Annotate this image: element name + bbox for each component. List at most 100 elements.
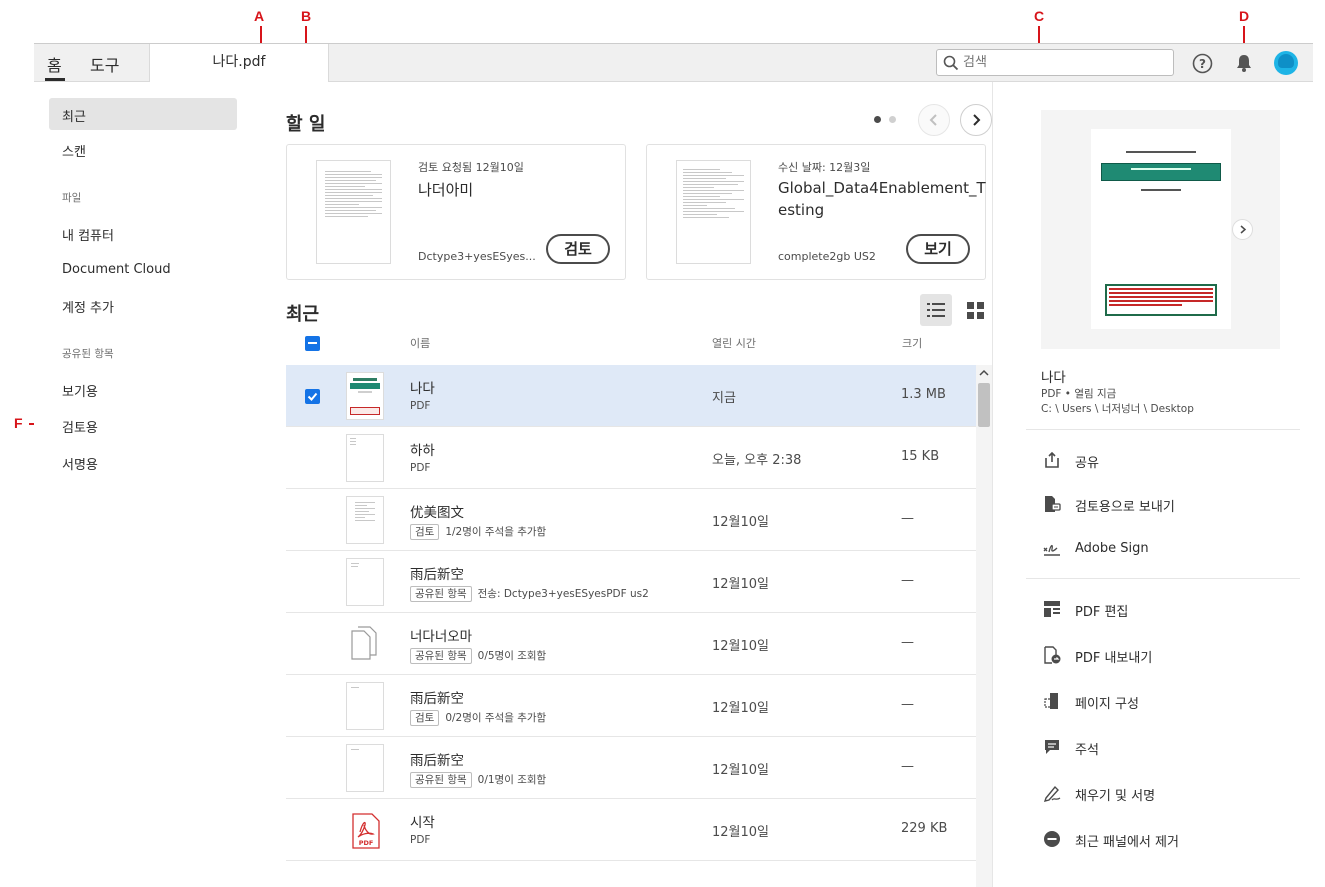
sidebar-item-for-sign[interactable]: 서명용 bbox=[62, 454, 98, 473]
file-thumbnail bbox=[346, 682, 384, 730]
view-button[interactable]: 보기 bbox=[906, 234, 970, 264]
recent-list-scrollbar[interactable] bbox=[976, 365, 992, 887]
status-badge: 공유된 항목 bbox=[410, 648, 472, 664]
todo-title: 할 일 bbox=[286, 114, 326, 135]
file-status-text: 0/5명이 조회함 bbox=[477, 650, 547, 662]
table-row[interactable]: 优美图文 검토 1/2명이 주석을 추가함 12월10일 — bbox=[286, 489, 976, 551]
annotation-f: F bbox=[14, 415, 23, 431]
annotation-b: B bbox=[301, 8, 312, 24]
file-type: PDF bbox=[410, 400, 431, 412]
file-thumbnail bbox=[346, 558, 384, 606]
file-opened-time: 12월10일 bbox=[712, 763, 770, 778]
row-checkbox-checked[interactable] bbox=[305, 389, 320, 404]
status-badge: 검토 bbox=[410, 524, 440, 540]
file-opened-time: 12월10일 bbox=[712, 825, 770, 840]
table-row[interactable]: 雨后新空 공유된 항목 전송: Dctype3+yesESyesPDF us2 1… bbox=[286, 551, 976, 613]
file-size: — bbox=[901, 635, 914, 650]
scrollbar-thumb[interactable] bbox=[978, 383, 990, 427]
tab-home-underline bbox=[45, 78, 65, 81]
help-icon[interactable]: ? bbox=[1192, 53, 1213, 74]
search-box[interactable] bbox=[936, 49, 1174, 76]
annotation-c: C bbox=[1034, 8, 1045, 24]
list-view-button[interactable] bbox=[920, 294, 952, 326]
file-opened-time: 오늘, 오후 2:38 bbox=[712, 453, 802, 468]
table-row[interactable]: 너다너오마 공유된 항목 0/5명이 조회함 12월10일 — bbox=[286, 613, 976, 675]
file-type: PDF bbox=[410, 834, 431, 846]
todo-card-1-meta: 검토 요청됨 12월10일 bbox=[418, 161, 524, 174]
tab-tools[interactable]: 도구 bbox=[90, 52, 119, 76]
column-header-name[interactable]: 이름 bbox=[410, 335, 430, 351]
sidebar-item-add-account[interactable]: 계정 추가 bbox=[62, 297, 114, 316]
table-row[interactable]: 하하 PDF 오늘, 오후 2:38 15 KB bbox=[286, 427, 976, 489]
avatar[interactable] bbox=[1274, 51, 1298, 75]
todo-card-2-meta: 수신 날짜: 12월3일 bbox=[778, 161, 871, 174]
grid-view-icon[interactable] bbox=[967, 302, 984, 319]
file-status-text: 전송: Dctype3+yesESyesPDF us2 bbox=[477, 588, 649, 600]
pdf-file-icon: PDF bbox=[352, 813, 380, 849]
sidebar-item-document-cloud[interactable]: Document Cloud bbox=[62, 262, 171, 277]
sidebar-item-recent[interactable]: 최근 bbox=[62, 106, 86, 125]
annotation-a: A bbox=[254, 8, 265, 24]
action-send-for-review[interactable]: 검토용으로 보내기 bbox=[1075, 496, 1175, 515]
file-preview-page bbox=[1091, 129, 1231, 329]
action-share[interactable]: 공유 bbox=[1075, 452, 1099, 471]
todo-card-1[interactable]: 검토 요청됨 12월10일 나더아미 Dctype3+yesESyes... 검… bbox=[286, 144, 626, 280]
tab-document[interactable]: 나다.pdf bbox=[149, 44, 329, 82]
action-remove-from-recent[interactable]: 최근 패널에서 제거 bbox=[1075, 831, 1179, 850]
file-name: 雨后新空 bbox=[410, 567, 464, 583]
carousel-next-button[interactable] bbox=[960, 104, 992, 136]
list-view-icon bbox=[927, 303, 945, 317]
file-size: — bbox=[901, 573, 914, 588]
todo-card-1-owner: Dctype3+yesESyes... bbox=[418, 250, 536, 263]
action-export-pdf[interactable]: PDF 내보내기 bbox=[1075, 647, 1152, 666]
panel-file-name: 나다 bbox=[1041, 370, 1066, 386]
adobe-sign-icon bbox=[1043, 544, 1060, 556]
todo-card-2[interactable]: 수신 날짜: 12월3일 Global_Data4Enablement_T es… bbox=[646, 144, 986, 280]
action-comment[interactable]: 주석 bbox=[1075, 739, 1099, 758]
table-row[interactable]: 雨后新空 공유된 항목 0/1명이 조회함 12월10일 — bbox=[286, 737, 976, 799]
file-size: 15 KB bbox=[901, 449, 940, 464]
acrobat-home-window: 홈 도구 나다.pdf ? 최근 스캔 파일 내 컴퓨터 Document Cl… bbox=[34, 43, 1313, 887]
sidebar-item-scan[interactable]: 스캔 bbox=[62, 141, 86, 160]
file-name: 나다 bbox=[410, 381, 435, 397]
preview-next-button[interactable] bbox=[1232, 219, 1253, 240]
file-opened-time: 12월10일 bbox=[712, 577, 770, 592]
todo-card-2-thumbnail bbox=[676, 160, 751, 264]
sidebar-section-shared: 공유된 항목 bbox=[62, 348, 114, 360]
table-row[interactable]: 雨后新空 검토 0/2명이 주석을 추가함 12월10일 — bbox=[286, 675, 976, 737]
chevron-right-icon bbox=[1240, 225, 1247, 234]
table-row-selected[interactable]: 나다 PDF 지금 1.3 MB bbox=[286, 365, 976, 427]
table-row[interactable]: PDF 시작 PDF 12월10일 229 KB bbox=[286, 799, 976, 861]
search-input[interactable] bbox=[963, 53, 1163, 72]
action-organize-pages[interactable]: 페이지 구성 bbox=[1075, 693, 1139, 712]
file-opened-time: 12월10일 bbox=[712, 515, 770, 530]
sidebar-item-for-view[interactable]: 보기용 bbox=[62, 381, 98, 400]
file-name: 하하 bbox=[410, 443, 435, 459]
sidebar-item-for-review[interactable]: 검토용 bbox=[62, 417, 98, 436]
action-edit-pdf[interactable]: PDF 편집 bbox=[1075, 601, 1128, 620]
file-thumbnail bbox=[346, 372, 384, 420]
top-bar: 홈 도구 나다.pdf ? bbox=[34, 44, 1313, 82]
select-all-checkbox[interactable] bbox=[305, 336, 320, 351]
file-size: — bbox=[901, 697, 914, 712]
todo-card-1-thumbnail bbox=[316, 160, 391, 264]
file-status: 공유된 항목 전송: Dctype3+yesESyesPDF us2 bbox=[410, 586, 649, 602]
panel-divider bbox=[1026, 578, 1300, 579]
scroll-up-icon[interactable] bbox=[979, 369, 989, 377]
action-fill-and-sign[interactable]: 채우기 및 서명 bbox=[1075, 785, 1155, 804]
carousel-dot-active[interactable] bbox=[874, 116, 881, 123]
bell-icon[interactable] bbox=[1235, 53, 1253, 73]
file-type: PDF bbox=[410, 462, 431, 474]
carousel-prev-button[interactable] bbox=[918, 104, 950, 136]
carousel-dot[interactable] bbox=[889, 116, 896, 123]
export-pdf-icon bbox=[1044, 646, 1061, 664]
tab-home[interactable]: 홈 bbox=[47, 52, 62, 76]
file-opened-time: 지금 bbox=[712, 391, 736, 406]
sidebar-item-my-computer[interactable]: 내 컴퓨터 bbox=[62, 225, 114, 244]
chevron-right-icon bbox=[973, 114, 981, 126]
annotation-d: D bbox=[1239, 8, 1250, 24]
action-adobe-sign[interactable]: Adobe Sign bbox=[1075, 541, 1149, 556]
column-header-opened[interactable]: 열린 시간 bbox=[712, 335, 756, 351]
column-header-size[interactable]: 크기 bbox=[902, 335, 922, 351]
review-button[interactable]: 검토 bbox=[546, 234, 610, 264]
